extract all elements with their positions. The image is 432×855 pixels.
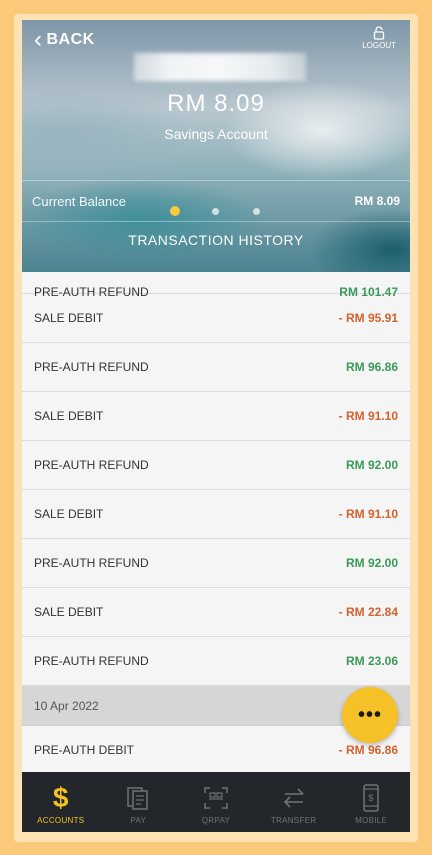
more-actions-button[interactable]: ••• — [342, 687, 398, 743]
mobile-icon: $ — [362, 784, 380, 812]
nav-item-pay[interactable]: PAY — [100, 772, 178, 832]
more-dots-icon: ••• — [357, 703, 382, 726]
nav-item-accounts[interactable]: $ ACCOUNTS — [22, 772, 100, 832]
transaction-desc: PRE-AUTH DEBIT — [34, 743, 135, 757]
transaction-desc: PRE-AUTH REFUND — [34, 556, 149, 570]
nav-item-mobile[interactable]: $ MOBILE — [332, 772, 410, 832]
nav-label: ACCOUNTS — [37, 816, 85, 825]
transaction-desc: PRE-AUTH REFUND — [34, 285, 149, 299]
transaction-row[interactable]: SALE DEBIT - RM 91.10 — [22, 392, 410, 441]
nav-item-transfer[interactable]: TRANSFER — [255, 772, 333, 832]
transaction-amount: - RM 96.86 — [338, 743, 398, 757]
transfer-arrows-icon — [281, 784, 307, 812]
transaction-amount: - RM 95.91 — [338, 311, 398, 325]
transaction-amount: - RM 91.10 — [338, 507, 398, 521]
transaction-row[interactable]: PRE-AUTH REFUND RM 92.00 — [22, 441, 410, 490]
current-balance-label: Current Balance — [32, 193, 126, 209]
transaction-amount: RM 23.06 — [345, 654, 398, 668]
transaction-desc: SALE DEBIT — [34, 409, 104, 423]
transaction-amount: - RM 22.84 — [338, 605, 398, 619]
nav-label: QRPAY — [201, 816, 231, 825]
transaction-desc: SALE DEBIT — [34, 311, 104, 325]
carousel-indicator[interactable] — [170, 206, 294, 216]
phone-screen: ‹ BACK LOGOUT RM 8.09 Savings Account Cu… — [22, 20, 410, 832]
balance-display: RM 8.09 — [167, 90, 265, 117]
qr-icon — [203, 784, 229, 812]
logout-button[interactable]: LOGOUT — [362, 26, 396, 50]
transaction-amount: - RM 91.10 — [338, 409, 398, 423]
transaction-desc: PRE-AUTH REFUND — [34, 654, 149, 668]
chevron-left-icon: ‹ — [34, 26, 43, 53]
transaction-row[interactable]: SALE DEBIT - RM 95.91 — [22, 294, 410, 343]
nav-label: PAY — [130, 816, 147, 825]
transaction-desc: PRE-AUTH REFUND — [34, 458, 149, 472]
current-balance-value: RM 8.09 — [354, 194, 400, 208]
transaction-amount: RM 96.86 — [345, 360, 398, 374]
back-label: BACK — [46, 31, 95, 48]
account-header: ‹ BACK LOGOUT RM 8.09 Savings Account Cu… — [22, 20, 410, 272]
transaction-row[interactable]: PRE-AUTH REFUND RM 96.86 — [22, 343, 410, 392]
dollar-icon: $ — [52, 782, 69, 813]
transaction-amount: RM 101.47 — [339, 285, 398, 299]
logout-label: LOGOUT — [362, 41, 396, 50]
transaction-amount: RM 92.00 — [345, 556, 398, 570]
transaction-desc: SALE DEBIT — [34, 507, 104, 521]
lock-icon — [373, 26, 385, 40]
transaction-row[interactable]: PRE-AUTH REFUND RM 92.00 — [22, 539, 410, 588]
transaction-row[interactable]: PRE-AUTH REFUND RM 101.47 — [22, 272, 410, 299]
carousel-dot-3[interactable] — [253, 207, 260, 215]
nav-item-qrpay[interactable]: QRPAY — [177, 772, 255, 832]
transaction-desc: SALE DEBIT — [34, 605, 104, 619]
transaction-desc: PRE-AUTH REFUND — [34, 360, 149, 374]
transaction-history-title: TRANSACTION HISTORY — [128, 232, 304, 248]
nav-label: TRANSFER — [270, 816, 317, 825]
transaction-row[interactable]: PRE-AUTH REFUND RM 23.06 — [22, 637, 410, 686]
bottom-nav: $ ACCOUNTS PAY QRPAY TRANSFER $ MOBILE — [22, 772, 410, 832]
carousel-dot-2[interactable] — [212, 207, 219, 215]
account-holder-name-redacted — [134, 53, 306, 81]
bill-icon — [126, 784, 150, 812]
transaction-amount: RM 92.00 — [345, 458, 398, 472]
account-type: Savings Account — [164, 126, 268, 142]
svg-text:$: $ — [369, 793, 374, 803]
transaction-row[interactable]: SALE DEBIT - RM 22.84 — [22, 588, 410, 637]
nav-label: MOBILE — [355, 816, 388, 825]
back-button[interactable]: ‹ BACK — [34, 26, 95, 53]
transaction-row[interactable]: SALE DEBIT - RM 91.10 — [22, 490, 410, 539]
carousel-dot-1[interactable] — [170, 206, 180, 216]
